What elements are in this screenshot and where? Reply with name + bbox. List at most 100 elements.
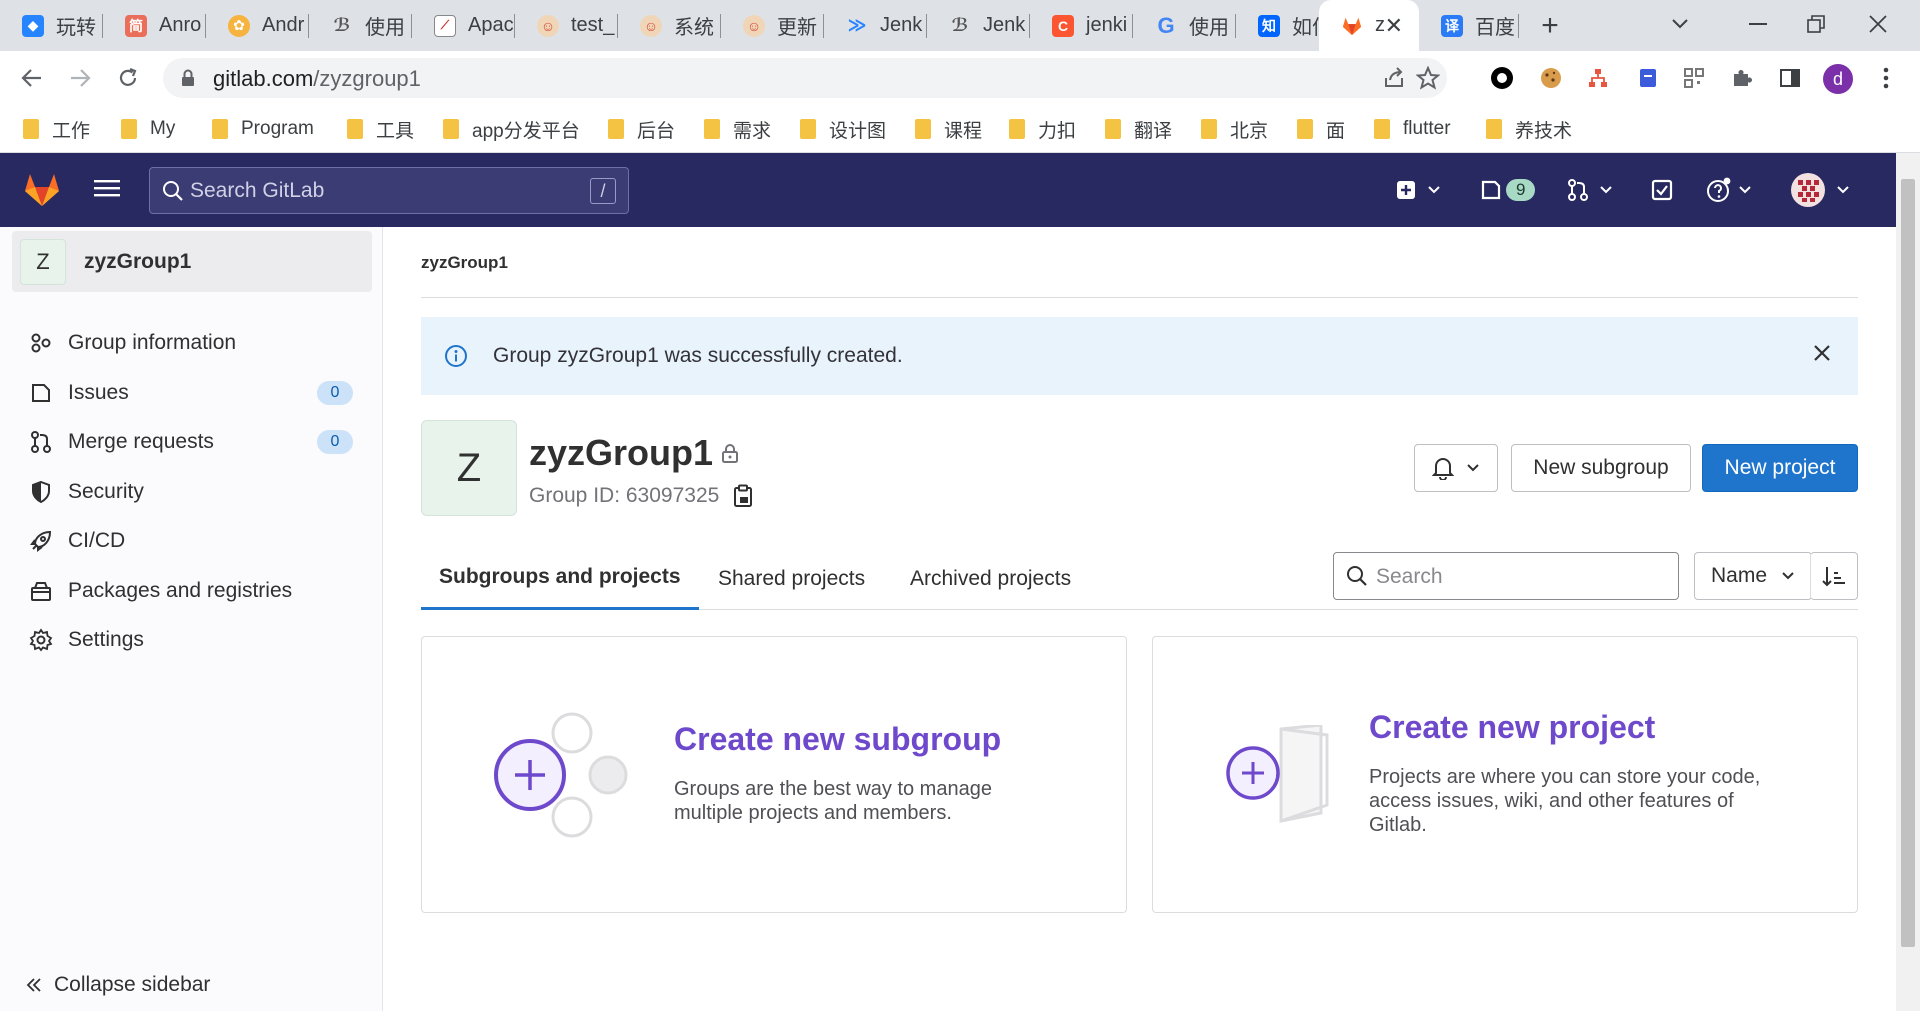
sort-direction-button[interactable] xyxy=(1810,552,1858,600)
bookmark-folder[interactable]: My xyxy=(120,115,175,143)
merge-requests-dropdown[interactable] xyxy=(1567,171,1613,209)
restore-icon[interactable] xyxy=(1794,4,1838,44)
sidebar-item-group-information[interactable]: Group information xyxy=(0,320,383,366)
browser-tab[interactable]: 简 Anro xyxy=(103,0,206,51)
more-menu-icon[interactable] xyxy=(1872,64,1900,92)
browser-tab[interactable]: ☺ 系统 xyxy=(618,0,721,51)
sidebar-group-context[interactable]: Z zyzGroup1 xyxy=(12,231,372,292)
browser-tab[interactable]: ☺ test_ xyxy=(515,0,618,51)
minimize-icon[interactable] xyxy=(1736,4,1780,44)
bookmark-folder[interactable]: 工具 xyxy=(346,115,414,143)
browser-tab[interactable]: 译 百度 xyxy=(1419,0,1519,51)
lock-icon[interactable] xyxy=(181,69,195,87)
gitlab-top-bar: / 9 xyxy=(0,153,1920,227)
card-title[interactable]: Create new project xyxy=(1369,709,1655,746)
bookmark-folder[interactable]: flutter xyxy=(1373,115,1451,143)
extension-circle-icon[interactable] xyxy=(1488,64,1516,92)
url-text[interactable]: gitlab.com/zyzgroup1 xyxy=(213,66,421,92)
bookmark-folder[interactable]: 工作 xyxy=(22,115,90,143)
global-search-input[interactable] xyxy=(190,174,570,208)
sidebar-item-settings[interactable]: Settings xyxy=(0,617,383,663)
bookmark-folder[interactable]: 设计图 xyxy=(799,115,886,143)
back-button[interactable] xyxy=(14,60,50,96)
bookmark-folder[interactable]: 翻译 xyxy=(1104,115,1172,143)
browser-tab[interactable]: ✿ Andr xyxy=(206,0,309,51)
new-subgroup-button[interactable]: New subgroup xyxy=(1511,444,1691,492)
reload-button[interactable] xyxy=(110,60,146,96)
bookmark-folder[interactable]: 面 xyxy=(1296,115,1345,143)
browser-tab[interactable]: ℬ Jenk xyxy=(927,0,1030,51)
profile-avatar[interactable]: d xyxy=(1823,64,1853,94)
global-search[interactable]: / xyxy=(149,167,629,214)
group-id-text: Group ID: 63097325 xyxy=(529,484,720,507)
create-new-dropdown[interactable] xyxy=(1395,171,1441,209)
sidebar-item-issues[interactable]: Issues 0 xyxy=(0,370,383,416)
bookmark-label: 设计图 xyxy=(829,120,887,142)
close-icon[interactable] xyxy=(1812,343,1832,363)
issues-shortcut[interactable]: 9 xyxy=(1480,171,1536,209)
help-dropdown[interactable] xyxy=(1706,171,1752,209)
bookmark-folder[interactable]: 北京 xyxy=(1200,115,1268,143)
forward-button[interactable] xyxy=(62,60,98,96)
create-project-card[interactable]: Create new project Projects are where yo… xyxy=(1152,636,1858,913)
tab-subgroups-and-projects[interactable]: Subgroups and projects xyxy=(421,547,699,610)
merge-request-icon xyxy=(1568,179,1588,201)
bookmark-folder[interactable]: 课程 xyxy=(914,115,982,143)
bookmark-folder[interactable]: 养技术 xyxy=(1485,115,1572,143)
filter-search-input[interactable] xyxy=(1376,561,1666,593)
new-project-button[interactable]: New project xyxy=(1702,444,1858,492)
browser-tab[interactable]: ℬ 使用 xyxy=(309,0,412,51)
bookmark-folder[interactable]: Program xyxy=(211,115,314,143)
puzzle-icon[interactable] xyxy=(1728,64,1756,92)
sitemap-extension-icon[interactable] xyxy=(1584,64,1612,92)
browser-tab-active[interactable]: z ✕ xyxy=(1319,0,1419,51)
bookmark-folder[interactable]: app分发平台 xyxy=(442,115,580,143)
share-icon[interactable] xyxy=(1382,66,1406,90)
create-subgroup-card[interactable]: Create new subgroup Groups are the best … xyxy=(421,636,1127,913)
bookmark-label: 面 xyxy=(1326,120,1346,142)
doc-extension-icon[interactable] xyxy=(1634,64,1662,92)
card-title[interactable]: Create new subgroup xyxy=(674,721,1001,758)
hamburger-menu-icon[interactable] xyxy=(94,177,120,199)
close-window-icon[interactable] xyxy=(1856,4,1900,44)
tab-search-icon[interactable] xyxy=(1658,4,1702,44)
side-panel-icon[interactable] xyxy=(1776,64,1804,92)
new-tab-button[interactable]: + xyxy=(1532,8,1568,44)
todos-button[interactable] xyxy=(1651,171,1673,209)
page-scrollbar[interactable] xyxy=(1896,153,1920,1011)
collapse-sidebar-button[interactable]: Collapse sidebar xyxy=(0,967,210,1003)
browser-tab[interactable]: ☺ 更新 xyxy=(721,0,824,51)
chevron-down-icon xyxy=(1782,572,1794,580)
sidebar-item-ci-cd[interactable]: CI/CD xyxy=(0,518,383,564)
gitlab-logo-icon[interactable] xyxy=(22,169,62,209)
copy-clipboard-icon[interactable] xyxy=(733,484,753,508)
user-menu-dropdown[interactable] xyxy=(1790,171,1850,209)
sidebar-item-security[interactable]: Security xyxy=(0,469,383,515)
scrollbar-thumb[interactable] xyxy=(1901,179,1915,947)
tab-shared-projects[interactable]: Shared projects xyxy=(718,547,865,610)
bookmark-label: 翻译 xyxy=(1134,120,1173,142)
sidebar-item-merge-requests[interactable]: Merge requests 0 xyxy=(0,419,383,465)
breadcrumb[interactable]: zyzGroup1 xyxy=(421,253,508,273)
tab-close-icon[interactable]: ✕ xyxy=(1385,13,1403,39)
browser-tab[interactable]: C jenki xyxy=(1030,0,1133,51)
notification-dropdown[interactable] xyxy=(1414,444,1498,492)
tab-archived-projects[interactable]: Archived projects xyxy=(910,547,1071,610)
browser-tab[interactable]: G 使用 xyxy=(1133,0,1236,51)
filter-search[interactable] xyxy=(1333,552,1679,600)
sidebar-item-packages-and-registries[interactable]: Packages and registries xyxy=(0,568,383,614)
address-bar[interactable]: gitlab.com/zyzgroup1 xyxy=(163,58,1447,98)
browser-tab[interactable]: ⟋ Apac xyxy=(412,0,515,51)
todo-check-icon xyxy=(1651,179,1673,201)
browser-tab[interactable]: ◆ 玩转 xyxy=(0,0,103,51)
bookmark-folder[interactable]: 需求 xyxy=(703,115,771,143)
juejin-icon: ✿ xyxy=(228,14,250,37)
bookmark-star-icon[interactable] xyxy=(1416,66,1440,90)
bookmark-folder[interactable]: 力扣 xyxy=(1008,115,1076,143)
cookie-extension-icon[interactable] xyxy=(1537,64,1565,92)
bookmark-folder[interactable]: 后台 xyxy=(607,115,675,143)
browser-tab[interactable]: ≫ Jenk xyxy=(824,0,927,51)
jira-icon: ◆ xyxy=(22,14,44,37)
qr-extension-icon[interactable] xyxy=(1680,64,1708,92)
sort-dropdown[interactable]: Name xyxy=(1694,552,1812,600)
